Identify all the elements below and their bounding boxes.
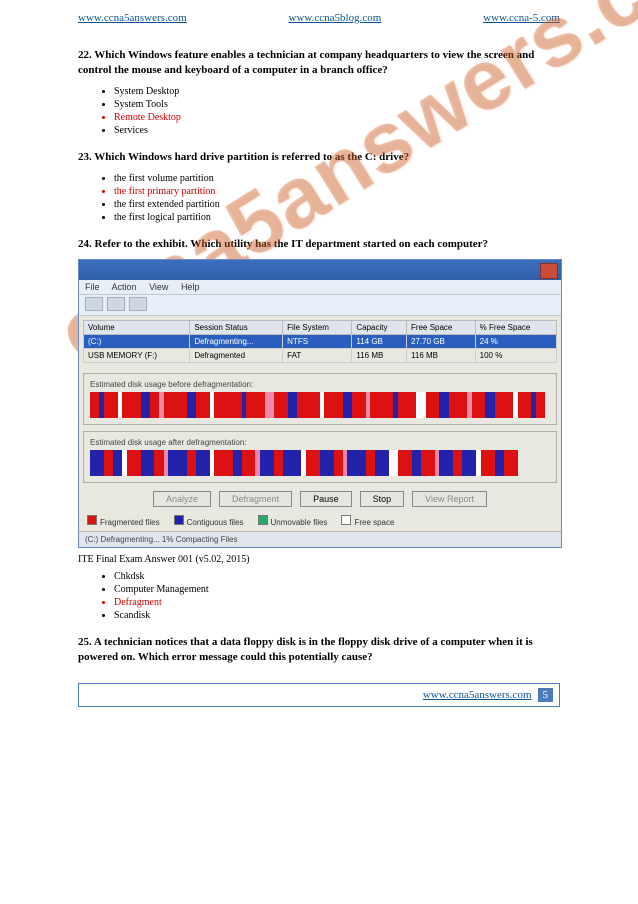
menu-help[interactable]: Help [181,282,200,292]
exhibit-window: File Action View Help Volume Session Sta… [78,259,562,548]
cell-pct: 24 % [475,335,556,349]
menubar: File Action View Help [79,280,561,295]
menu-file[interactable]: File [85,282,100,292]
q24-opt-2: Defragment [114,597,560,608]
pause-button[interactable]: Pause [300,491,352,507]
q24-opt-1: Computer Management [114,584,560,595]
cell-pct: 100 % [475,349,556,363]
toolbar-icon[interactable] [129,297,147,311]
button-row: Analyze Defragment Pause Stop View Repor… [79,491,561,507]
question-24-options: Chkdsk Computer Management Defragment Sc… [114,571,560,621]
question-23-options: the first volume partition the first pri… [114,173,560,223]
col-free[interactable]: Free Space [407,321,476,335]
table-row[interactable]: (C:) Defragmenting... NTFS 114 GB 27.70 … [84,335,557,349]
close-icon[interactable] [540,263,558,279]
question-25-text: 25. A technician notices that a data flo… [78,635,560,665]
col-volume[interactable]: Volume [84,321,190,335]
volume-table: Volume Session Status File System Capaci… [83,320,557,363]
q24-opt-3: Scandisk [114,610,560,621]
fragmentation-bar-after [90,450,550,476]
q23-opt-2: the first extended partition [114,199,560,210]
q22-opt-3: Services [114,125,560,136]
legend-freespace: Free space [341,515,394,527]
page-number: 5 [538,688,554,702]
cell-status: Defragmenting... [190,335,283,349]
cell-cap: 114 GB [352,335,407,349]
legend-unmovable: Unmovable files [258,515,328,527]
header-link-3[interactable]: www.ccna-5.com [483,12,560,24]
q24-opt-0: Chkdsk [114,571,560,582]
panel-after: Estimated disk usage after defragmentati… [83,431,557,483]
fragmentation-bar-before [90,392,550,418]
header-links: www.ccna5answers.com www.ccna5blog.com w… [0,12,638,24]
col-pct[interactable]: % Free Space [475,321,556,335]
question-24-text: 24. Refer to the exhibit. Which utility … [78,237,560,252]
status-bar: (C:) Defragmenting... 1% Compacting File… [79,531,561,547]
legend: Fragmented files Contiguous files Unmova… [79,511,561,531]
cell-vol: USB MEMORY (F:) [84,349,190,363]
cell-fs: NTFS [283,335,352,349]
question-22-options: System Desktop System Tools Remote Deskt… [114,86,560,136]
analyze-button[interactable]: Analyze [153,491,211,507]
cell-free: 116 MB [407,349,476,363]
menu-action[interactable]: Action [112,282,137,292]
titlebar [79,260,561,280]
q22-opt-0: System Desktop [114,86,560,97]
header-link-2[interactable]: www.ccna5blog.com [289,12,382,24]
table-header-row: Volume Session Status File System Capaci… [84,321,557,335]
question-22-text: 22. Which Windows feature enables a tech… [78,48,560,78]
cell-fs: FAT [283,349,352,363]
panel-before-label: Estimated disk usage before defragmentat… [90,380,550,389]
col-status[interactable]: Session Status [190,321,283,335]
toolbar [79,295,561,316]
q23-opt-1: the first primary partition [114,186,560,197]
toolbar-icon[interactable] [107,297,125,311]
footer: www.ccna5answers.com 5 [78,683,560,707]
cell-free: 27.70 GB [407,335,476,349]
q23-opt-0: the first volume partition [114,173,560,184]
defragment-button[interactable]: Defragment [219,491,292,507]
q22-opt-2: Remote Desktop [114,112,560,123]
q23-opt-3: the first logical partition [114,212,560,223]
table-row[interactable]: USB MEMORY (F:) Defragmented FAT 116 MB … [84,349,557,363]
col-capacity[interactable]: Capacity [352,321,407,335]
legend-contiguous: Contiguous files [174,515,244,527]
panel-before: Estimated disk usage before defragmentat… [83,373,557,425]
content-area: 22. Which Windows feature enables a tech… [0,48,638,665]
menu-view[interactable]: View [149,282,168,292]
view-report-button[interactable]: View Report [412,491,487,507]
toolbar-icon[interactable] [85,297,103,311]
cell-cap: 116 MB [352,349,407,363]
legend-fragmented: Fragmented files [87,515,160,527]
cell-status: Defragmented [190,349,283,363]
footer-link[interactable]: www.ccna5answers.com [423,689,532,701]
cell-vol: (C:) [84,335,190,349]
exhibit-caption: ITE Final Exam Answer 001 (v5.02, 2015) [78,554,560,565]
panel-after-label: Estimated disk usage after defragmentati… [90,438,550,447]
q22-opt-1: System Tools [114,99,560,110]
volume-table-wrap: Volume Session Status File System Capaci… [79,316,561,367]
col-fs[interactable]: File System [283,321,352,335]
header-link-1[interactable]: www.ccna5answers.com [78,12,187,24]
stop-button[interactable]: Stop [360,491,405,507]
question-23-text: 23. Which Windows hard drive partition i… [78,150,560,165]
